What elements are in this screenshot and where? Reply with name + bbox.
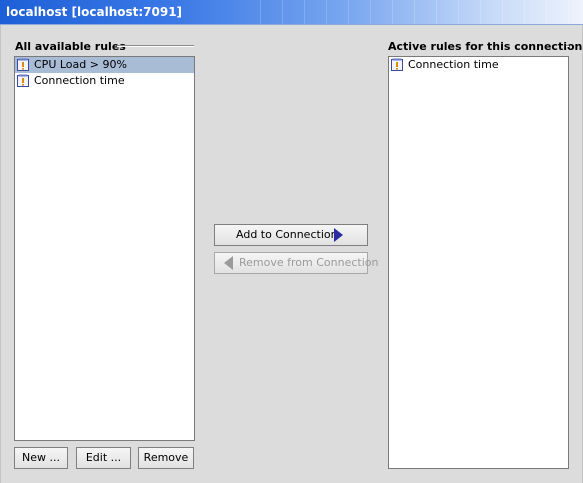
active-rule-item-connection-time[interactable]: Connection time bbox=[389, 57, 568, 73]
add-to-connection-button[interactable]: Add to Connection bbox=[214, 224, 368, 246]
available-rule-item-connection-time[interactable]: Connection time bbox=[15, 73, 194, 89]
remove-from-connection-label: Remove from Connection bbox=[239, 256, 379, 269]
remove-from-connection-button[interactable]: Remove from Connection bbox=[214, 252, 378, 274]
rule-alert-icon bbox=[17, 58, 29, 71]
available-rule-label: CPU Load > 90% bbox=[34, 58, 127, 71]
rule-alert-icon bbox=[391, 58, 403, 71]
title-bar-pattern bbox=[260, 0, 583, 24]
title-bar: localhost [localhost:7091] bbox=[0, 0, 583, 25]
new-rule-button[interactable]: New ... bbox=[14, 447, 68, 469]
remove-rule-button[interactable]: Remove bbox=[138, 447, 194, 469]
edit-rule-button[interactable]: Edit ... bbox=[76, 447, 131, 469]
active-rules-list[interactable]: Connection time bbox=[388, 56, 569, 469]
arrow-left-icon bbox=[224, 256, 233, 270]
available-rule-item-cpu-load[interactable]: CPU Load > 90% bbox=[15, 57, 194, 73]
available-rule-label: Connection time bbox=[34, 74, 125, 87]
active-rule-label: Connection time bbox=[408, 58, 499, 71]
add-to-connection-label: Add to Connection bbox=[236, 228, 338, 241]
arrow-right-icon bbox=[334, 228, 343, 242]
rule-alert-icon bbox=[17, 74, 29, 87]
active-rules-label: Active rules for this connection bbox=[388, 40, 583, 53]
available-rules-label: All available rules bbox=[15, 40, 126, 53]
available-rules-list[interactable]: CPU Load > 90% Connection time bbox=[14, 56, 195, 441]
active-rules-divider bbox=[566, 45, 569, 47]
window-title: localhost [localhost:7091] bbox=[6, 5, 183, 19]
available-rules-divider bbox=[117, 45, 194, 47]
